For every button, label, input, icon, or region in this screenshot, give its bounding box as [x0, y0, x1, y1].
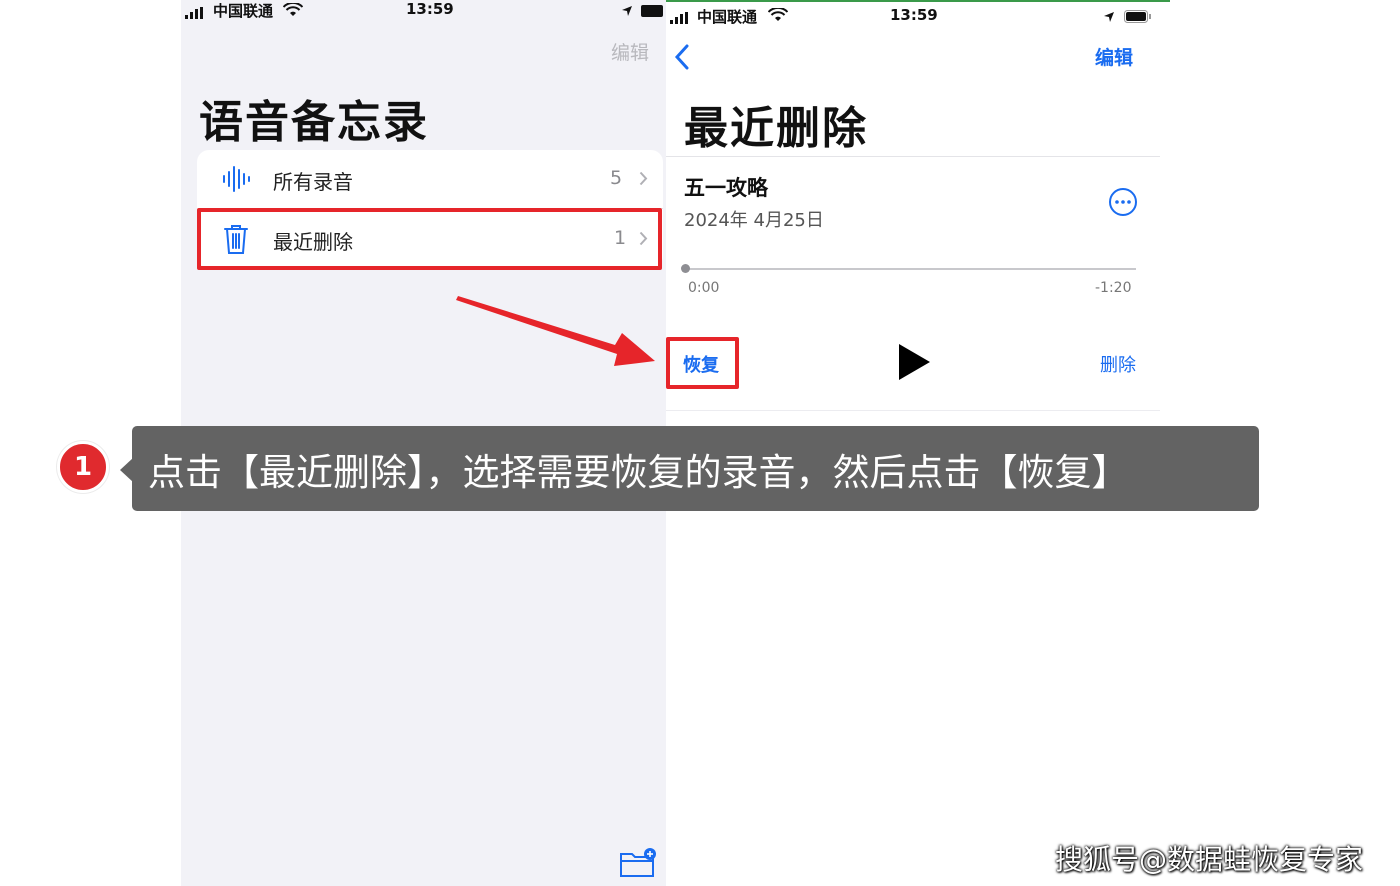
page-title: 语音备忘录 [199, 97, 429, 148]
carrier-label: 中国联通 [697, 8, 758, 26]
edit-button[interactable]: 编辑 [1095, 43, 1133, 70]
more-options-icon[interactable] [1108, 187, 1138, 221]
restore-highlight [666, 337, 739, 389]
folder-row-label: 所有录音 [273, 170, 353, 194]
page-title: 最近删除 [684, 103, 868, 154]
chevron-right-icon [639, 171, 648, 190]
signal-icon [670, 9, 692, 28]
divider [666, 410, 1160, 411]
recording-date: 2024年 4月25日 [684, 210, 824, 231]
status-time: 13:59 [406, 0, 454, 18]
step-number-badge: 1 [57, 441, 109, 493]
wifi-icon [767, 6, 789, 26]
wifi-icon [282, 1, 304, 21]
location-icon [621, 2, 633, 21]
scrubber-knob[interactable] [681, 264, 690, 273]
play-icon[interactable] [897, 343, 931, 385]
battery-icon [1124, 8, 1152, 27]
folder-row-all-recordings[interactable]: 所有录音 5 [197, 150, 663, 208]
recording-name: 五一攻略 [684, 176, 768, 200]
battery-icon [641, 2, 665, 21]
instruction-text: 点击【最近删除】，选择需要恢复的录音，然后点击【恢复】 [148, 450, 1129, 494]
delete-button[interactable]: 删除 [1100, 351, 1136, 377]
instruction-callout: 点击【最近删除】，选择需要恢复的录音，然后点击【恢复】 [132, 426, 1259, 511]
recently-deleted-highlight [197, 208, 662, 270]
signal-icon [185, 4, 207, 23]
location-icon [1103, 8, 1115, 27]
carrier-label: 中国联通 [213, 2, 274, 20]
edit-button[interactable]: 编辑 [611, 38, 649, 65]
watermark-text: 搜狐号@数据蛙恢复专家 [1055, 843, 1364, 876]
elapsed-time: 0:00 [688, 280, 720, 296]
folder-row-count: 5 [610, 167, 623, 189]
back-chevron-icon[interactable] [674, 44, 690, 74]
waveform-icon [221, 164, 251, 198]
remaining-time: -1:20 [1095, 280, 1132, 296]
new-folder-icon[interactable] [619, 846, 659, 882]
top-edge-bar [666, 0, 1170, 2]
playback-scrubber[interactable] [686, 268, 1136, 270]
divider [666, 156, 1160, 157]
status-time: 13:59 [890, 6, 938, 24]
